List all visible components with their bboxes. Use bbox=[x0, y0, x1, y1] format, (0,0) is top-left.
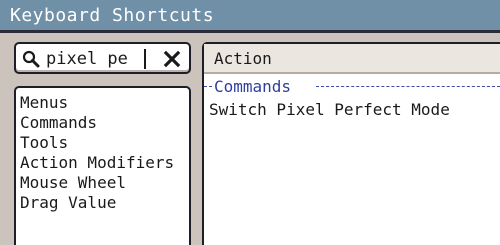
category-list: Menus Commands Tools Action Modifiers Mo… bbox=[14, 86, 191, 245]
group-separator-right bbox=[316, 86, 500, 87]
category-item-mouse-wheel[interactable]: Mouse Wheel bbox=[20, 173, 189, 193]
window-titlebar[interactable]: Keyboard Shortcuts bbox=[0, 0, 500, 33]
column-header-action[interactable]: Action bbox=[204, 44, 500, 74]
category-item-tools[interactable]: Tools bbox=[20, 133, 189, 153]
table-row[interactable]: Switch Pixel Perfect Mode bbox=[204, 99, 500, 121]
action-label: Switch Pixel Perfect Mode bbox=[209, 100, 450, 119]
category-item-drag-value[interactable]: Drag Value bbox=[20, 193, 189, 213]
group-header: Commands bbox=[204, 76, 500, 98]
search-input[interactable] bbox=[46, 48, 144, 70]
clear-search-button[interactable] bbox=[163, 50, 181, 68]
group-label: Commands bbox=[214, 76, 292, 98]
shortcuts-table: Action Commands Switch Pixel Perfect Mod… bbox=[202, 42, 500, 245]
magnifier-icon bbox=[22, 50, 40, 68]
category-item-action-modifiers[interactable]: Action Modifiers bbox=[20, 153, 189, 173]
category-item-commands[interactable]: Commands bbox=[20, 113, 189, 133]
column-header-label: Action bbox=[214, 49, 272, 68]
text-caret bbox=[144, 49, 146, 69]
search-field[interactable] bbox=[14, 42, 191, 74]
group-separator-left bbox=[204, 86, 212, 87]
window-title: Keyboard Shortcuts bbox=[10, 5, 215, 26]
category-item-menus[interactable]: Menus bbox=[20, 93, 189, 113]
